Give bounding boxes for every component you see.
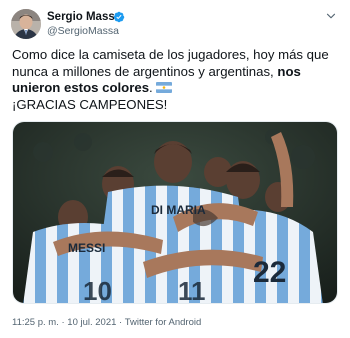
tweet-text-part-2: . bbox=[149, 80, 153, 96]
tweet-date[interactable]: 10 jul. 2021 bbox=[67, 317, 116, 328]
jersey-number-22: 22 bbox=[253, 256, 286, 289]
author-name[interactable]: Sergio Massa bbox=[47, 11, 121, 23]
tweet-source[interactable]: Twitter for Android bbox=[125, 317, 202, 328]
author-handle[interactable]: @SergioMassa bbox=[47, 25, 119, 37]
tweet-text-line-2: ¡GRACIAS CAMPEONES! bbox=[12, 96, 168, 112]
tweet-text: Como dice la camiseta de los jugadores, … bbox=[12, 47, 342, 113]
tweet-time[interactable]: 11:25 p. m. bbox=[12, 317, 59, 328]
jersey-name-dimaria: DI MARIA bbox=[151, 203, 206, 217]
tweet-photo[interactable]: DI MARIA MESSI 22 10 11 bbox=[12, 121, 338, 304]
meta-separator: · bbox=[119, 317, 123, 328]
tweet-card: Sergio Massa @SergioMassa Como dice la c… bbox=[0, 0, 350, 338]
jersey-name-messi: MESSI bbox=[68, 241, 105, 255]
chevron-down-icon[interactable] bbox=[324, 9, 338, 23]
tweet-meta: 11:25 p. m. · 10 jul. 2021 · Twitter for… bbox=[12, 317, 201, 328]
meta-separator: · bbox=[61, 317, 65, 328]
argentina-flag-icon bbox=[155, 82, 172, 94]
svg-text:11: 11 bbox=[178, 276, 206, 304]
verified-badge-icon bbox=[113, 11, 125, 23]
avatar[interactable] bbox=[11, 9, 41, 39]
svg-text:10: 10 bbox=[83, 276, 112, 304]
